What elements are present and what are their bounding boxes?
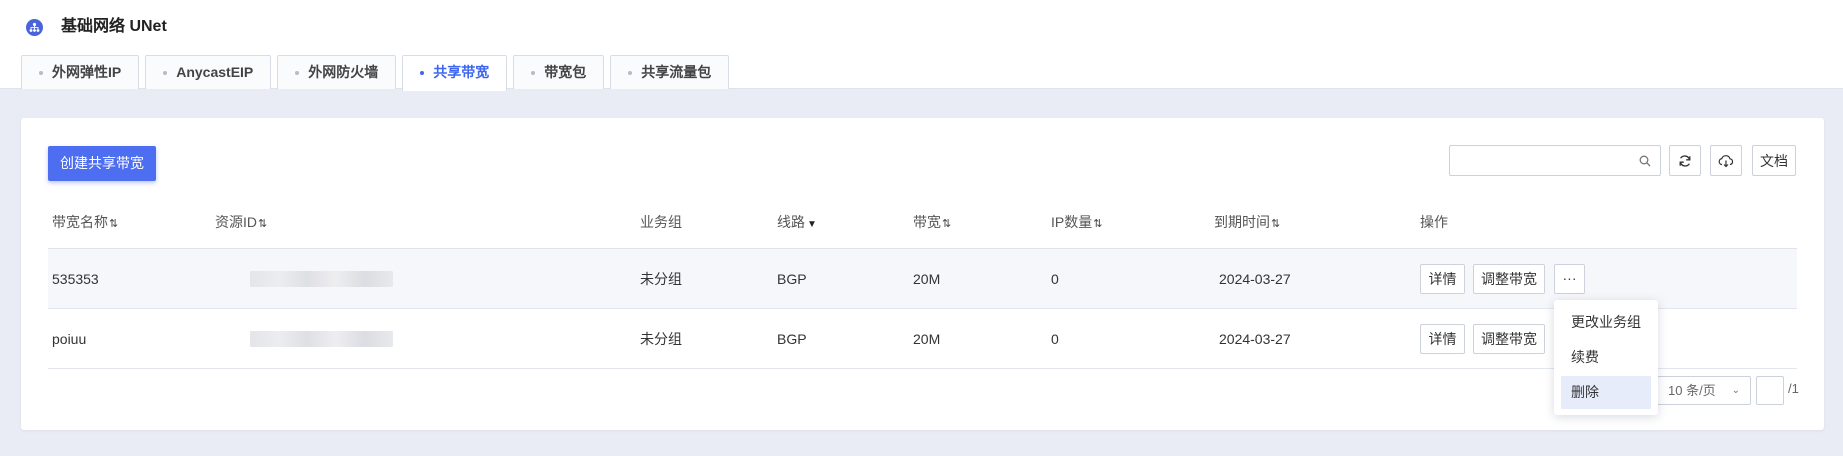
top-bar: 基础网络 UNet 外网弹性IP AnycastEIP 外网防火墙 共享带宽 带… — [0, 0, 1843, 91]
download-button[interactable] — [1710, 145, 1742, 176]
cell-group: 未分组 — [640, 271, 682, 287]
tab-label: 外网防火墙 — [308, 64, 379, 80]
column-header-bandwidth[interactable]: 带宽⇅ — [913, 213, 951, 233]
column-label: 业务组 — [640, 214, 682, 230]
redacted-resource-id — [250, 331, 393, 347]
cell-group: 未分组 — [640, 331, 682, 347]
cell-line: BGP — [777, 331, 807, 347]
tab-dot-icon — [295, 71, 300, 75]
tab-label: 共享带宽 — [433, 64, 490, 80]
search-box — [1449, 145, 1661, 176]
detail-button[interactable]: 详情 — [1420, 264, 1465, 294]
chevron-down-icon: ⌄ — [1731, 385, 1740, 396]
page-number-input[interactable] — [1756, 376, 1784, 405]
table-row[interactable]: 535353 未分组 BGP 20M 0 2024-03-27 详情 调整带宽 … — [48, 249, 1797, 309]
column-label: 带宽名称 — [52, 214, 108, 230]
cell-expire: 2024-03-27 — [1219, 331, 1291, 347]
column-header-actions: 操作 — [1420, 213, 1448, 231]
sort-icon[interactable]: ⇅ — [258, 218, 267, 230]
tab-label: 带宽包 — [544, 64, 587, 80]
table-row[interactable]: poiuu 未分组 BGP 20M 0 2024-03-27 详情 调整带宽 — [48, 309, 1797, 369]
tab-anycast-eip[interactable]: AnycastEIP — [145, 55, 272, 89]
search-input[interactable] — [1450, 146, 1630, 175]
tab-eip[interactable]: 外网弹性IP — [21, 55, 140, 89]
menu-item-change-group[interactable]: 更改业务组 — [1561, 306, 1651, 339]
cell-name: poiuu — [52, 331, 87, 347]
cell-ip-count: 0 — [1051, 271, 1059, 287]
sort-icon[interactable]: ⇅ — [942, 218, 951, 230]
tab-shared-bandwidth[interactable]: 共享带宽 — [402, 55, 508, 91]
docs-button[interactable]: 文档 — [1752, 145, 1796, 176]
column-label: 资源ID — [215, 214, 257, 230]
column-label: 带宽 — [913, 214, 941, 230]
cell-bandwidth: 20M — [913, 331, 941, 347]
menu-item-renew[interactable]: 续费 — [1561, 341, 1651, 374]
tab-firewall[interactable]: 外网防火墙 — [277, 55, 397, 89]
tab-traffic-package[interactable]: 共享流量包 — [610, 55, 730, 89]
create-shared-bandwidth-button[interactable]: 创建共享带宽 — [48, 146, 156, 181]
column-header-resource-id[interactable]: 资源ID⇅ — [215, 213, 267, 233]
more-actions-button[interactable]: ··· — [1554, 264, 1585, 294]
search-icon[interactable] — [1639, 154, 1651, 170]
cell-bandwidth: 20M — [913, 271, 941, 287]
tab-dot-icon — [420, 71, 425, 75]
tab-label: 外网弹性IP — [52, 64, 122, 80]
detail-button[interactable]: 详情 — [1420, 324, 1465, 354]
column-header-expire[interactable]: 到期时间⇅ — [1214, 213, 1280, 233]
tab-label: AnycastEIP — [176, 64, 254, 80]
page-total: /1 — [1788, 381, 1799, 396]
cell-ip-count: 0 — [1051, 331, 1059, 347]
page-size-select[interactable]: 10 条/页 ⌄ — [1657, 376, 1751, 405]
column-header-line[interactable]: 线路 ▼ — [777, 213, 817, 234]
more-actions-menu: 更改业务组 续费 删除 — [1554, 300, 1658, 415]
column-header-name[interactable]: 带宽名称⇅ — [52, 213, 118, 233]
tab-dot-icon — [628, 71, 633, 75]
refresh-icon — [1679, 154, 1691, 167]
sort-icon[interactable]: ⇅ — [1093, 218, 1102, 230]
page-size-value: 10 条/页 — [1668, 383, 1716, 398]
column-label: IP数量 — [1051, 214, 1093, 230]
tab-bar: 外网弹性IP AnycastEIP 外网防火墙 共享带宽 带宽包 共享流量包 — [21, 55, 730, 91]
cloud-download-icon — [1718, 154, 1734, 167]
column-label: 到期时间 — [1214, 214, 1270, 230]
tab-dot-icon — [531, 71, 536, 75]
filter-icon[interactable]: ▼ — [807, 219, 817, 230]
sort-icon[interactable]: ⇅ — [109, 218, 118, 230]
cell-name: 535353 — [52, 271, 99, 287]
network-icon — [26, 19, 43, 36]
cell-expire: 2024-03-27 — [1219, 271, 1291, 287]
refresh-button[interactable] — [1669, 145, 1701, 176]
menu-item-delete[interactable]: 删除 — [1561, 376, 1651, 409]
cell-line: BGP — [777, 271, 807, 287]
adjust-bandwidth-button[interactable]: 调整带宽 — [1473, 264, 1545, 294]
sort-icon[interactable]: ⇅ — [1271, 218, 1280, 230]
tab-dot-icon — [39, 71, 43, 75]
redacted-resource-id — [250, 271, 393, 287]
tab-bandwidth-package[interactable]: 带宽包 — [513, 55, 605, 89]
tab-label: 共享流量包 — [641, 64, 712, 80]
tab-dot-icon — [163, 71, 168, 75]
adjust-bandwidth-button[interactable]: 调整带宽 — [1473, 324, 1545, 354]
column-label: 操作 — [1420, 214, 1448, 230]
page-title: 基础网络 UNet — [61, 18, 167, 35]
column-label: 线路 — [777, 214, 805, 230]
column-header-ip-count[interactable]: IP数量⇅ — [1051, 213, 1103, 233]
column-header-group: 业务组 — [640, 213, 682, 231]
